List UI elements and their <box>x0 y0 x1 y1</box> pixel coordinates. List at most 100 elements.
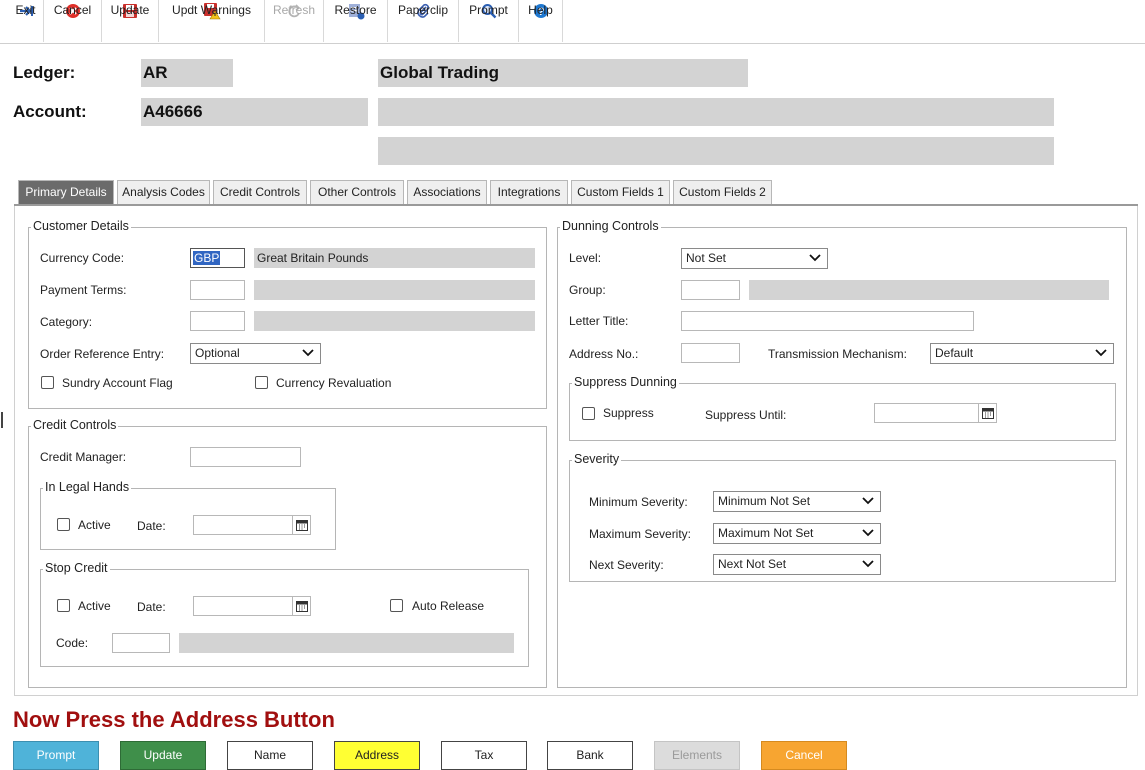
stop-active-checkbox[interactable] <box>57 599 70 612</box>
chevron-down-icon <box>302 349 314 357</box>
sundry-account-checkbox[interactable] <box>41 376 54 389</box>
tab-associations[interactable]: Associations <box>407 180 487 204</box>
updt-warnings-button[interactable]: Updt Warnings <box>159 0 265 42</box>
maximum-severity-select[interactable]: Maximum Not Set <box>713 523 881 544</box>
address-no-input[interactable] <box>681 343 740 363</box>
prompt-button[interactable]: Prompt <box>459 0 519 42</box>
currency-code-label: Currency Code: <box>40 251 125 265</box>
stop-active-label: Active <box>78 599 111 613</box>
dunning-controls-legend: Dunning Controls <box>560 219 661 233</box>
suppress-dunning-legend: Suppress Dunning <box>572 375 679 389</box>
minimum-severity-label: Minimum Severity: <box>589 495 688 509</box>
paperclip-button[interactable]: Paperclip <box>388 0 459 42</box>
address-no-label: Address No.: <box>569 347 639 361</box>
calendar-icon[interactable] <box>978 403 996 423</box>
footer-tax-button[interactable]: Tax <box>441 741 527 770</box>
footer-name-button[interactable]: Name <box>227 741 313 770</box>
legal-active-label: Active <box>78 518 111 532</box>
footer-prompt-button[interactable]: Prompt <box>13 741 99 770</box>
next-severity-select[interactable]: Next Not Set <box>713 554 881 575</box>
letter-title-input[interactable] <box>681 311 974 331</box>
next-severity-value: Next Not Set <box>718 557 787 571</box>
account-value: A46666 <box>141 98 368 126</box>
level-select[interactable]: Not Set <box>681 248 828 269</box>
transmission-select[interactable]: Default <box>930 343 1114 364</box>
stop-code-input[interactable] <box>112 633 170 653</box>
order-reference-select[interactable]: Optional <box>190 343 321 364</box>
tab-credit-controls[interactable]: Credit Controls <box>213 180 307 204</box>
chevron-down-icon <box>862 560 874 568</box>
stop-date-label: Date: <box>137 600 166 614</box>
level-label: Level: <box>569 251 602 265</box>
updt-warnings-label: Updt Warnings <box>172 3 251 17</box>
splitter-handle[interactable] <box>1 412 3 428</box>
refresh-label: Refresh <box>272 3 316 17</box>
tab-custom-fields-2[interactable]: Custom Fields 2 <box>673 180 772 204</box>
tab-custom-fields-1[interactable]: Custom Fields 1 <box>571 180 670 204</box>
legal-active-checkbox[interactable] <box>57 518 70 531</box>
account-description-2 <box>378 137 1054 165</box>
stop-credit-legend: Stop Credit <box>43 561 110 575</box>
restore-button[interactable]: Restore <box>324 0 388 42</box>
group-label: Group: <box>569 283 606 297</box>
footer-bank-button[interactable]: Bank <box>547 741 633 770</box>
suppress-until-input[interactable] <box>874 403 997 423</box>
footer-address-button[interactable]: Address <box>334 741 420 770</box>
auto-release-checkbox[interactable] <box>390 599 403 612</box>
help-button[interactable]: ? Help <box>519 0 563 42</box>
ledger-label: Ledger: <box>13 63 76 82</box>
exit-label: Exit <box>15 3 36 17</box>
paperclip-label: Paperclip <box>397 3 449 17</box>
transmission-value: Default <box>935 346 974 360</box>
currency-code-input[interactable]: GBP <box>190 248 245 268</box>
legal-date-input[interactable] <box>193 515 311 535</box>
calendar-icon[interactable] <box>292 596 310 616</box>
group-description <box>749 280 1109 300</box>
update-button[interactable]: Update <box>102 0 159 42</box>
tab-other-controls[interactable]: Other Controls <box>310 180 404 204</box>
next-severity-label: Next Severity: <box>589 558 664 572</box>
category-input[interactable] <box>190 311 245 331</box>
calendar-icon[interactable] <box>292 515 310 535</box>
tab-primary-details[interactable]: Primary Details <box>18 180 114 204</box>
ledger-value: AR <box>141 59 233 87</box>
credit-manager-label: Credit Manager: <box>40 450 127 464</box>
credit-manager-input[interactable] <box>190 447 301 467</box>
footer-elements-button[interactable]: Elements <box>654 741 740 770</box>
account-description-1 <box>378 98 1054 126</box>
sundry-account-label: Sundry Account Flag <box>62 376 173 390</box>
suppress-until-label: Suppress Until: <box>705 408 787 422</box>
severity-legend: Severity <box>572 452 622 466</box>
transmission-label: Transmission Mechanism: <box>768 347 907 361</box>
maximum-severity-value: Maximum Not Set <box>718 526 814 540</box>
currency-description: Great Britain Pounds <box>254 248 535 268</box>
stop-code-description <box>179 633 514 653</box>
payment-terms-input[interactable] <box>190 280 245 300</box>
suppress-checkbox[interactable] <box>582 407 595 420</box>
footer-update-button[interactable]: Update <box>120 741 206 770</box>
currency-revaluation-checkbox[interactable] <box>255 376 268 389</box>
order-reference-label: Order Reference Entry: <box>40 347 165 361</box>
cancel-label: Cancel <box>53 3 92 17</box>
chevron-down-icon <box>862 529 874 537</box>
tab-analysis-codes[interactable]: Analysis Codes <box>117 180 210 204</box>
cancel-button[interactable]: Cancel <box>44 0 102 42</box>
update-label: Update <box>110 3 150 17</box>
level-value: Not Set <box>686 251 727 265</box>
refresh-button[interactable]: Refresh <box>265 0 324 42</box>
minimum-severity-select[interactable]: Minimum Not Set <box>713 491 881 512</box>
footer-cancel-button[interactable]: Cancel <box>761 741 847 770</box>
company-name: Global Trading <box>378 59 748 87</box>
maximum-severity-label: Maximum Severity: <box>589 527 692 541</box>
category-label: Category: <box>40 315 93 329</box>
payment-terms-description <box>254 280 535 300</box>
group-input[interactable] <box>681 280 740 300</box>
toolbar: Exit Cancel Update Updt Warnings Refresh… <box>0 0 1145 44</box>
exit-button[interactable]: Exit <box>8 0 44 42</box>
tab-integrations[interactable]: Integrations <box>490 180 568 204</box>
help-label: Help <box>528 3 553 17</box>
restore-label: Restore <box>334 3 377 17</box>
stop-date-input[interactable] <box>193 596 311 616</box>
chevron-down-icon <box>809 254 821 262</box>
auto-release-label: Auto Release <box>412 599 485 613</box>
